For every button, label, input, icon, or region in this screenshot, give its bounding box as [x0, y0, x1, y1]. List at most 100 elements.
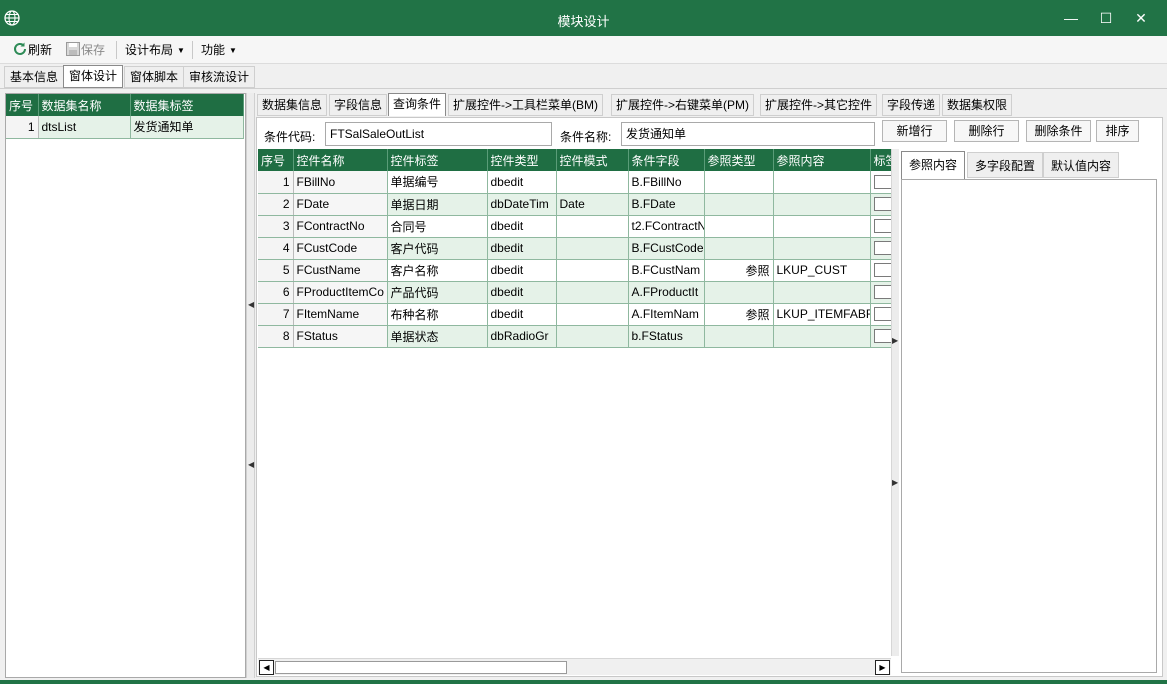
table-row[interactable]: 1 dtsList 发货通知单 [6, 116, 244, 139]
condition-code-field[interactable]: FTSalSaleOutList [325, 122, 552, 146]
checkbox[interactable] [873, 307, 891, 322]
scroll-right-icon[interactable]: ▶ [875, 660, 890, 675]
column-header[interactable]: 控件名称 [293, 149, 388, 171]
control-type-cell[interactable]: dbRadioGr [487, 325, 557, 348]
label-checkbox-cell[interactable] [870, 171, 891, 194]
control-type-cell[interactable]: dbedit [487, 281, 557, 304]
column-header[interactable]: 控件模式 [556, 149, 629, 171]
delete-condition-button[interactable]: 删除条件 [1026, 120, 1091, 142]
save-button[interactable]: 保存 [65, 40, 105, 60]
condition-field-cell[interactable]: B.FDate [628, 193, 705, 216]
checkbox[interactable] [873, 197, 891, 212]
control-name-cell[interactable]: FContractNo [293, 215, 388, 238]
checkbox[interactable] [873, 329, 891, 344]
control-name-cell[interactable]: FItemName [293, 303, 388, 326]
control-type-cell[interactable]: dbedit [487, 259, 557, 282]
tab-form-design[interactable]: 窗体设计 [63, 65, 124, 88]
lookup-content-cell[interactable] [773, 215, 871, 238]
lookup-content-cell[interactable] [773, 237, 871, 260]
scrollbar-thumb[interactable] [275, 661, 567, 674]
right-splitter[interactable]: ▶ ▶ [891, 149, 899, 656]
delete-row-button[interactable]: 删除行 [954, 120, 1019, 142]
control-mode-cell[interactable] [556, 281, 629, 304]
label-checkbox-cell[interactable] [870, 193, 891, 216]
control-type-cell[interactable]: dbedit [487, 171, 557, 194]
tab-multi-field-config[interactable]: 多字段配置 [967, 152, 1044, 178]
label-checkbox-cell[interactable] [870, 303, 891, 326]
tab-toolbar-menu-ext[interactable]: 扩展控件->工具栏菜单(BM) [448, 94, 603, 116]
condition-field-cell[interactable]: t2.FContractN [628, 215, 705, 238]
condition-field-cell[interactable]: A.FItemNam [628, 303, 705, 326]
control-name-cell[interactable]: FProductItemCo [293, 281, 388, 304]
condition-field-cell[interactable]: A.FProductIt [628, 281, 705, 304]
control-label-cell[interactable]: 单据编号 [387, 171, 488, 194]
control-type-cell[interactable]: dbedit [487, 237, 557, 260]
lookup-content-cell[interactable] [773, 325, 871, 348]
tab-field-info[interactable]: 字段信息 [329, 94, 388, 116]
lookup-content-cell[interactable]: LKUP_ITEMFABR [773, 303, 871, 326]
control-name-cell[interactable]: FBillNo [293, 171, 388, 194]
lookup-type-cell[interactable] [704, 171, 774, 194]
dataset-name-cell[interactable]: dtsList [38, 116, 131, 139]
control-label-cell[interactable]: 合同号 [387, 215, 488, 238]
control-mode-cell[interactable]: Date [556, 193, 629, 216]
tab-default-value-content[interactable]: 默认值内容 [1043, 152, 1120, 178]
table-row[interactable]: 5 FCustName 客户名称 dbedit B.FCustNam 参照 LK… [258, 259, 891, 282]
tab-basic-info[interactable]: 基本信息 [4, 66, 65, 88]
control-mode-cell[interactable] [556, 259, 629, 282]
checkbox[interactable] [873, 263, 891, 278]
label-checkbox-cell[interactable] [870, 281, 891, 304]
chevron-right-icon[interactable]: ▶ [892, 478, 899, 487]
label-checkbox-cell[interactable] [870, 237, 891, 260]
design-layout-menu[interactable]: 设计布局 ▼ [125, 40, 185, 60]
control-name-cell[interactable]: FCustName [293, 259, 388, 282]
column-header[interactable]: 数据集标签 [130, 94, 244, 116]
control-label-cell[interactable]: 单据状态 [387, 325, 488, 348]
close-button[interactable]: ✕ [1123, 0, 1159, 36]
lookup-content-panel[interactable] [901, 179, 1157, 673]
table-row[interactable]: 2 FDate 单据日期 dbDateTim Date B.FDate [258, 193, 891, 216]
lookup-type-cell[interactable] [704, 193, 774, 216]
minimize-button[interactable]: — [1053, 0, 1089, 36]
checkbox[interactable] [873, 175, 891, 190]
tab-query-conditions[interactable]: 查询条件 [388, 93, 447, 116]
condition-field-cell[interactable]: B.FBillNo [628, 171, 705, 194]
control-name-cell[interactable]: FCustCode [293, 237, 388, 260]
control-mode-cell[interactable] [556, 237, 629, 260]
add-row-button[interactable]: 新增行 [882, 120, 947, 142]
label-checkbox-cell[interactable] [870, 325, 891, 348]
label-checkbox-cell[interactable] [870, 215, 891, 238]
checkbox[interactable] [873, 219, 891, 234]
lookup-content-cell[interactable] [773, 193, 871, 216]
chevron-left-icon[interactable]: ◀ [248, 300, 254, 309]
left-splitter[interactable]: ◀ ◀ [246, 93, 255, 678]
lookup-type-cell[interactable] [704, 237, 774, 260]
control-label-cell[interactable]: 产品代码 [387, 281, 488, 304]
condition-name-field[interactable]: 发货通知单 [621, 122, 875, 146]
functions-menu[interactable]: 功能 ▼ [201, 40, 237, 60]
table-row[interactable]: 8 FStatus 单据状态 dbRadioGr b.FStatus [258, 325, 891, 348]
condition-field-cell[interactable]: B.FCustCode [628, 237, 705, 260]
tab-form-script[interactable]: 窗体脚本 [124, 66, 185, 88]
tab-dataset-info[interactable]: 数据集信息 [257, 94, 328, 116]
column-header[interactable]: 参照类型 [704, 149, 774, 171]
condition-field-cell[interactable]: b.FStatus [628, 325, 705, 348]
checkbox[interactable] [873, 285, 891, 300]
control-name-cell[interactable]: FDate [293, 193, 388, 216]
column-header[interactable]: 参照内容 [773, 149, 871, 171]
checkbox[interactable] [873, 241, 891, 256]
control-name-cell[interactable]: FStatus [293, 325, 388, 348]
chevron-right-icon[interactable]: ▶ [892, 336, 899, 345]
table-row[interactable]: 3 FContractNo 合同号 dbedit t2.FContractN [258, 215, 891, 238]
control-label-cell[interactable]: 布种名称 [387, 303, 488, 326]
tab-field-transfer[interactable]: 字段传递 [882, 94, 941, 116]
control-mode-cell[interactable] [556, 325, 629, 348]
control-label-cell[interactable]: 客户代码 [387, 237, 488, 260]
control-type-cell[interactable]: dbDateTim [487, 193, 557, 216]
label-checkbox-cell[interactable] [870, 259, 891, 282]
control-type-cell[interactable]: dbedit [487, 303, 557, 326]
column-header[interactable]: 序号 [258, 149, 294, 171]
control-type-cell[interactable]: dbedit [487, 215, 557, 238]
tab-approval-flow-design[interactable]: 审核流设计 [183, 66, 256, 88]
column-header[interactable]: 条件字段 [628, 149, 705, 171]
